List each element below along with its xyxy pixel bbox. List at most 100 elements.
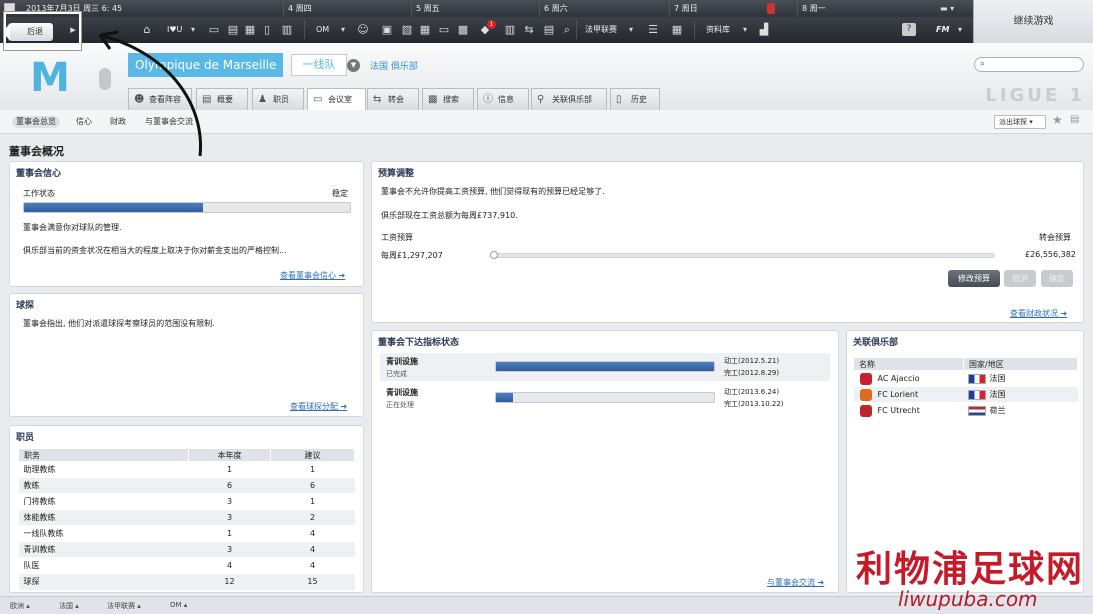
view-finances-link[interactable]: 查看财政状况 ➜ [1010,308,1067,319]
request-end-date: 完工(2012.8.29) [724,369,780,377]
budget-slider-handle[interactable] [490,251,498,259]
tab-history[interactable]: ▯ 历史 [610,88,660,110]
tab-search[interactable]: ▩ 搜索 [422,88,474,110]
table-row[interactable]: FC Utrecht 荷兰 [853,402,1078,419]
star-icon[interactable]: ★ [1052,113,1063,127]
league-table-icon[interactable]: ☰ [646,23,660,36]
clipboard-icon[interactable]: ▯ [260,23,274,36]
chevron-down-icon[interactable]: ▾ [738,23,752,36]
breadcrumb-item[interactable]: 欧洲 ▴ [10,601,30,611]
minimize-control-icon[interactable]: ▬ ▾ [940,0,954,17]
link-icon: ⚲ [537,94,545,105]
day-cell[interactable]: 7 周日 [669,0,797,17]
chevron-down-icon[interactable]: ▾ [186,23,200,36]
column-header[interactable]: 职务 [18,448,189,462]
scouting-icon[interactable]: ⌕ [560,23,574,36]
day-cell[interactable]: 4 周四 [283,0,411,17]
stats-icon[interactable]: ▤ [542,23,556,36]
tab-overview[interactable]: ▤ 概要 [196,88,248,110]
breadcrumb-item[interactable]: 法国 ▴ [59,601,79,611]
subnav-board-overview[interactable]: 董事会总览 [12,116,60,128]
adjust-budget-button[interactable]: 修改预算 [948,270,1000,287]
column-header[interactable]: 建议 [270,448,355,462]
column-header[interactable]: 本年度 [188,448,271,462]
breadcrumb-item[interactable]: OM ▴ [170,601,187,609]
search-input[interactable]: ⌕ [974,57,1084,72]
world-icon[interactable]: ▟ [757,23,771,36]
add-note-icon[interactable]: ▤ [1070,114,1079,125]
subnav-finances[interactable]: 财政 [110,116,126,128]
table-row[interactable]: 助理教练 1 1 [18,461,355,478]
day-cell[interactable]: 5 周五 [411,0,539,17]
club-event-icon[interactable] [767,3,775,14]
tab-transfers[interactable]: ⇆ 转会 [367,88,419,110]
team-switch[interactable]: I♥U [167,23,182,37]
day-cell[interactable]: 6 周六 [539,0,667,17]
table-row[interactable]: 青训教练 3 4 [18,541,355,558]
tab-boardroom[interactable]: ▭ 会议室 [307,88,366,110]
staff-icon[interactable]: ▣ [380,23,394,36]
table-row[interactable]: 队医 4 4 [18,557,355,574]
database-menu[interactable]: 资料库 [706,23,730,37]
squad-icon[interactable]: ▤ [226,23,240,36]
send-scout-button[interactable]: 派出球探 ▾ [994,115,1046,129]
cancel-button[interactable]: 取消 [1004,270,1036,287]
job-status-label: 工作状态 [23,189,55,198]
team-selector[interactable]: 一线队 [291,54,347,76]
help-button[interactable]: ? [902,23,916,36]
club-switch[interactable]: OM [316,23,329,37]
column-header[interactable]: 国家/地区 [963,357,1078,371]
table-row[interactable]: 一线队教练 1 4 [18,525,355,542]
league-switch[interactable]: 法甲联赛 [585,23,617,37]
club-scroll-arrows[interactable] [99,68,111,90]
chevron-down-icon[interactable]: ▾ [624,23,638,36]
subnav-board-talk[interactable]: 与董事会交流 [145,116,193,128]
table-row[interactable]: AC Ajaccio 法国 [853,370,1078,387]
view-scouting-link[interactable]: 查看球探分配 ➜ [290,401,347,412]
kit-icon[interactable]: ▥ [503,23,517,36]
club-name-cell: FC Utrecht [853,402,964,419]
tab-view-squad[interactable]: ☻ 查看阵容 [128,88,192,110]
breadcrumb-item[interactable]: 法甲联赛 ▴ [107,601,141,611]
inbox-icon[interactable]: ▭ [207,23,221,36]
table-row[interactable]: 门将教练 3 1 [18,493,355,510]
wage-budget-value: 每周£1,297,207 [381,251,443,260]
fm-menu[interactable]: FM [936,23,949,37]
day-cell[interactable]: 8 周一 [797,0,925,17]
fixtures-icon[interactable]: ▦ [670,23,684,36]
toolbar-divider [694,21,695,39]
talk-to-board-link[interactable]: 与董事会交流 ➜ [767,577,824,588]
view-confidence-link[interactable]: 查看董事会信心 ➜ [280,270,345,281]
club-crest-icon[interactable]: M [24,55,76,101]
finance-icon[interactable]: ▭ [437,23,451,36]
toolbar-divider [576,21,577,39]
transfer-icon[interactable]: ⇆ [522,23,536,36]
calendar-small-icon[interactable]: ▦ [243,23,257,36]
table-row[interactable]: 教练 6 6 [18,477,355,494]
column-header[interactable]: 名称 [853,357,964,371]
table-row[interactable]: FC Lorient 法国 [853,386,1078,403]
training-icon[interactable]: ▧ [400,23,414,36]
chevron-down-icon[interactable]: ▼ [347,59,360,72]
subnav-confidence[interactable]: 信心 [76,116,92,128]
table-row[interactable]: 球探 12 15 [18,573,355,590]
club-name[interactable]: FC Utrecht [878,406,920,415]
schedule-icon[interactable]: ▦ [418,23,432,36]
tactics-icon[interactable]: ▥ [280,23,294,36]
tab-info[interactable]: ⓘ 信息 [477,88,529,110]
club-name[interactable]: FC Lorient [878,390,919,399]
table-row[interactable]: 体能教练 3 2 [18,509,355,526]
club-name[interactable]: AC Ajaccio [878,374,920,383]
chevron-down-icon[interactable]: ▾ [336,23,350,36]
home-icon[interactable]: ⌂ [140,23,154,36]
tab-affiliated-clubs[interactable]: ⚲ 关联俱乐部 [531,88,607,110]
club-subtitle-link[interactable]: 法国 俱乐部 [370,59,418,72]
board-icon[interactable]: ▩ [456,23,470,36]
chevron-down-icon[interactable]: ▾ [953,23,967,36]
players-icon[interactable]: ☺ [356,23,370,36]
budget-slider[interactable] [490,253,995,258]
tab-staff[interactable]: ♟ 职员 [252,88,304,110]
staff-count-cell: 3 [188,509,271,526]
confirm-button[interactable]: 确定 [1041,270,1073,287]
continue-game-button[interactable]: 继续游戏 [973,0,1093,43]
